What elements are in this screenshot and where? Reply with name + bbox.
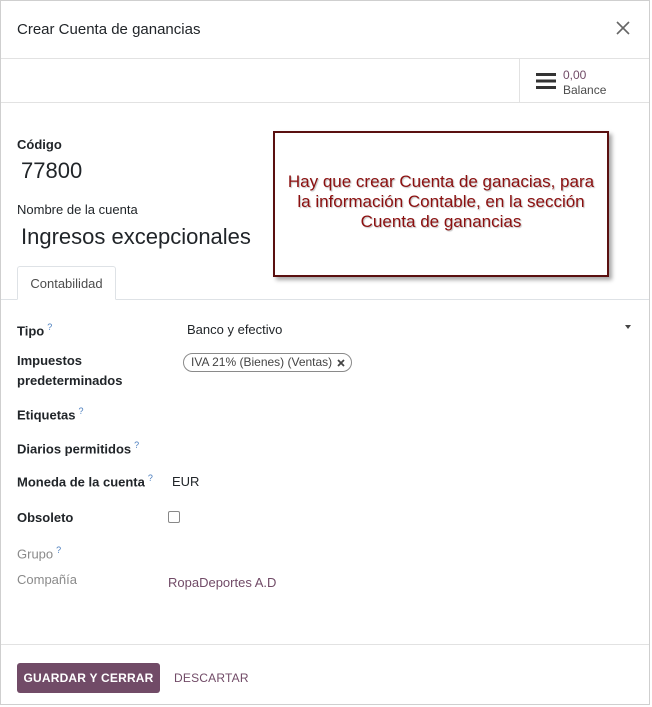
account-name-label: Nombre de la cuenta (17, 202, 138, 217)
moneda-help-icon[interactable]: ? (148, 473, 153, 483)
code-input[interactable]: 77800 (21, 158, 82, 184)
discard-button[interactable]: DESCARTAR (166, 663, 257, 693)
close-button[interactable] (613, 18, 633, 38)
grupo-label: Grupo? (17, 545, 62, 562)
bars-icon (536, 73, 556, 89)
balance-label: Balance (563, 83, 607, 97)
close-icon (616, 21, 630, 35)
balance-stat-button[interactable]: 0,00 Balance (519, 59, 649, 102)
obsoleto-label: Obsoleto (17, 510, 74, 525)
annotation-note: Hay que crear Cuenta de ganacias, para l… (273, 131, 609, 277)
tipo-select[interactable]: Banco y efectivo (187, 322, 282, 337)
compania-link[interactable]: RopaDeportes A.D (168, 575, 276, 590)
tax-tag-label: IVA 21% (Bienes) (Ventas) (191, 355, 333, 369)
compania-label: Compañía (17, 572, 77, 587)
moneda-label: Moneda de la cuenta? (17, 473, 153, 490)
tab-contabilidad[interactable]: Contabilidad (17, 266, 116, 300)
remove-tag-icon[interactable] (337, 358, 345, 367)
dialog-footer: GUARDAR Y CERRAR DESCARTAR (1, 644, 649, 707)
diarios-help-icon[interactable]: ? (134, 440, 139, 450)
etiquetas-help-icon[interactable]: ? (79, 406, 84, 416)
annotation-text: Hay que crear Cuenta de ganacias, para l… (287, 172, 595, 231)
impuestos-label: Impuestos predeterminados (17, 353, 123, 388)
dialog-title: Crear Cuenta de ganancias (17, 21, 201, 38)
grupo-help-icon[interactable]: ? (56, 545, 61, 555)
tipo-help-icon[interactable]: ? (47, 322, 52, 332)
code-label: Código (17, 137, 62, 152)
tax-tag[interactable]: IVA 21% (Bienes) (Ventas) (183, 353, 353, 372)
balance-value: 0,00 (563, 68, 587, 82)
obsoleto-checkbox[interactable] (168, 511, 180, 523)
account-name-input[interactable]: Ingresos excepcionales (21, 224, 251, 250)
save-close-button[interactable]: GUARDAR Y CERRAR (17, 663, 160, 693)
button-box: 0,00 Balance (1, 59, 649, 103)
diarios-label: Diarios permitidos? (17, 440, 140, 457)
moneda-input[interactable]: EUR (172, 474, 199, 489)
tipo-label: Tipo? (17, 322, 53, 339)
create-account-dialog: Crear Cuenta de ganancias 0,00 Balance C… (0, 0, 650, 705)
caret-down-icon[interactable] (625, 325, 631, 329)
dialog-header: Crear Cuenta de ganancias (1, 1, 649, 59)
etiquetas-label: Etiquetas? (17, 406, 84, 423)
